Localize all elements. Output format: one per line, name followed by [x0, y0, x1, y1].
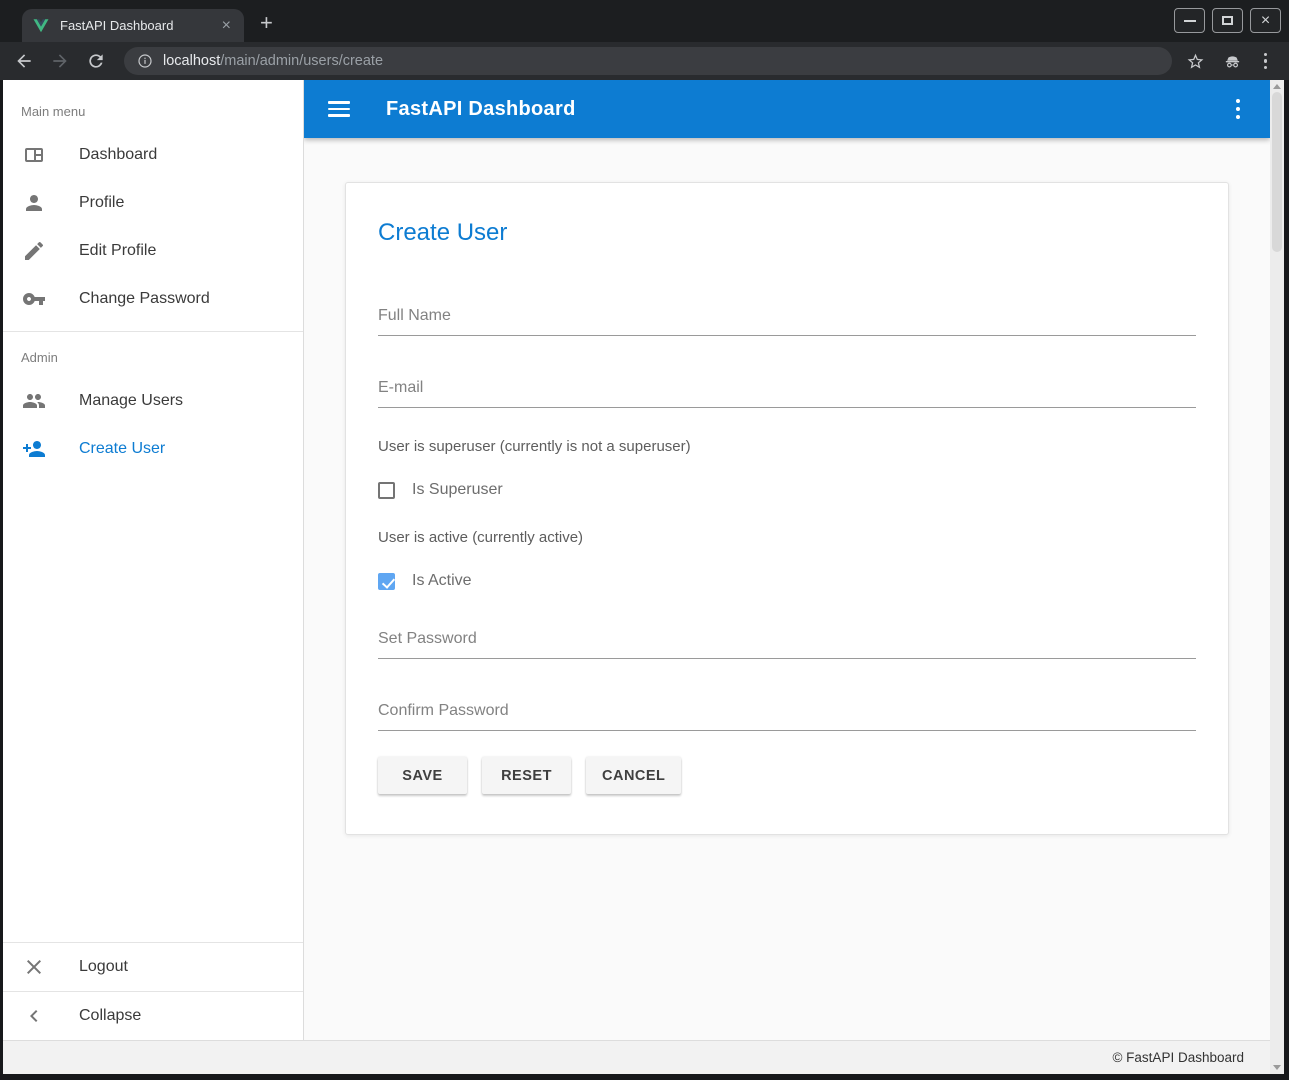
- confirm-password-input[interactable]: [378, 702, 1196, 731]
- save-button[interactable]: SAVE: [378, 757, 467, 794]
- minimize-icon: [1184, 20, 1196, 22]
- active-hint: User is active (currently active): [378, 529, 1196, 546]
- form-actions: SAVE RESET CANCEL: [378, 757, 1196, 794]
- forward-icon[interactable]: [50, 51, 70, 71]
- email-input[interactable]: [378, 379, 1196, 408]
- main-content: FastAPI Dashboard Create User User is su…: [304, 80, 1270, 1040]
- sidebar-item-profile[interactable]: Profile: [3, 179, 303, 227]
- person-add-icon: [22, 437, 46, 461]
- is-superuser-checkbox-row[interactable]: Is Superuser: [378, 481, 1196, 499]
- sidebar-section-admin-label: Admin: [3, 340, 303, 377]
- copyright-text: © FastAPI Dashboard: [1112, 1050, 1244, 1065]
- key-icon: [22, 287, 46, 311]
- url-path: /main/admin/users/create: [220, 53, 383, 69]
- close-x-icon: [22, 955, 46, 979]
- sidebar-item-create-user[interactable]: Create User: [3, 425, 303, 473]
- set-password-field-wrap: [378, 630, 1196, 659]
- is-active-label: Is Active: [412, 572, 472, 590]
- refresh-icon[interactable]: [86, 51, 106, 71]
- app-area: Main menu Dashboard Profile: [3, 80, 1284, 1074]
- close-button[interactable]: ×: [1250, 8, 1281, 33]
- url-host: localhost: [163, 53, 220, 69]
- browser-menu-icon[interactable]: [1260, 53, 1272, 70]
- minimize-button[interactable]: [1174, 8, 1205, 33]
- bookmark-star-icon[interactable]: [1186, 52, 1205, 71]
- superuser-hint: User is superuser (currently is not a su…: [378, 438, 1196, 455]
- incognito-icon[interactable]: [1223, 52, 1242, 71]
- sidebar-item-label: Create User: [79, 440, 165, 458]
- sidebar-item-manage-users[interactable]: Manage Users: [3, 377, 303, 425]
- vue-logo-icon: [32, 17, 50, 35]
- people-icon: [22, 389, 46, 413]
- browser-titlebar: FastAPI Dashboard × + ×: [0, 0, 1289, 42]
- sidebar-item-label: Change Password: [79, 290, 210, 308]
- full-name-input[interactable]: [378, 307, 1196, 336]
- appbar: FastAPI Dashboard: [304, 80, 1270, 138]
- is-active-checkbox[interactable]: [378, 573, 395, 590]
- pencil-icon: [22, 239, 46, 263]
- confirm-password-field-wrap: [378, 702, 1196, 731]
- urlbar-actions: [1182, 52, 1276, 71]
- window-controls: ×: [1174, 8, 1281, 33]
- scrollbar-thumb[interactable]: [1272, 92, 1282, 252]
- sidebar-item-logout[interactable]: Logout: [3, 943, 303, 991]
- menu-hamburger-icon[interactable]: [328, 101, 350, 117]
- site-info-icon[interactable]: [137, 53, 153, 69]
- dashboard-icon: [22, 143, 46, 167]
- is-active-checkbox-row[interactable]: Is Active: [378, 572, 1196, 590]
- sidebar-item-collapse[interactable]: Collapse: [3, 992, 303, 1040]
- close-icon: ×: [1261, 13, 1270, 29]
- email-field-wrap: [378, 379, 1196, 408]
- page-scrollbar[interactable]: [1270, 80, 1284, 1074]
- sidebar-item-label: Profile: [79, 194, 124, 212]
- set-password-input[interactable]: [378, 630, 1196, 659]
- chevron-left-icon: [22, 1004, 46, 1028]
- is-superuser-checkbox[interactable]: [378, 482, 395, 499]
- new-tab-button[interactable]: +: [260, 12, 273, 34]
- is-superuser-label: Is Superuser: [412, 481, 503, 499]
- page-footer: © FastAPI Dashboard: [3, 1040, 1270, 1074]
- sidebar-item-label: Manage Users: [79, 392, 183, 410]
- scrollbar-track[interactable]: [1270, 89, 1284, 1065]
- sidebar-item-dashboard[interactable]: Dashboard: [3, 131, 303, 179]
- maximize-button[interactable]: [1212, 8, 1243, 33]
- sidebar-item-label: Edit Profile: [79, 242, 156, 260]
- browser-urlbar: localhost/main/admin/users/create: [0, 42, 1289, 80]
- tab-title: FastAPI Dashboard: [60, 18, 219, 33]
- sidebar-item-change-password[interactable]: Change Password: [3, 275, 303, 323]
- browser-tab[interactable]: FastAPI Dashboard ×: [22, 9, 244, 42]
- appbar-menu-icon[interactable]: [1230, 99, 1247, 120]
- sidebar-item-edit-profile[interactable]: Edit Profile: [3, 227, 303, 275]
- scrollbar-down-arrow-icon[interactable]: [1273, 1065, 1281, 1070]
- full-name-field-wrap: [378, 307, 1196, 336]
- browser-window: FastAPI Dashboard × + × localhost/main/a…: [0, 0, 1289, 1080]
- tab-close-icon[interactable]: ×: [219, 18, 234, 34]
- page-title: Create User: [378, 219, 1196, 247]
- sidebar-spacer: [3, 473, 303, 942]
- address-bar[interactable]: localhost/main/admin/users/create: [124, 47, 1172, 75]
- sidebar: Main menu Dashboard Profile: [3, 80, 304, 1040]
- reset-button[interactable]: RESET: [482, 757, 571, 794]
- sidebar-item-label: Logout: [79, 958, 128, 976]
- cancel-button[interactable]: CANCEL: [586, 757, 681, 794]
- sidebar-item-label: Dashboard: [79, 146, 157, 164]
- sidebar-item-label: Collapse: [79, 1007, 141, 1025]
- back-icon[interactable]: [14, 51, 34, 71]
- person-icon: [22, 191, 46, 215]
- maximize-icon: [1222, 16, 1233, 25]
- create-user-card: Create User User is superuser (currently…: [345, 182, 1229, 835]
- appbar-title: FastAPI Dashboard: [386, 98, 576, 121]
- sidebar-section-main-label: Main menu: [3, 94, 303, 131]
- sidebar-divider: [3, 331, 303, 332]
